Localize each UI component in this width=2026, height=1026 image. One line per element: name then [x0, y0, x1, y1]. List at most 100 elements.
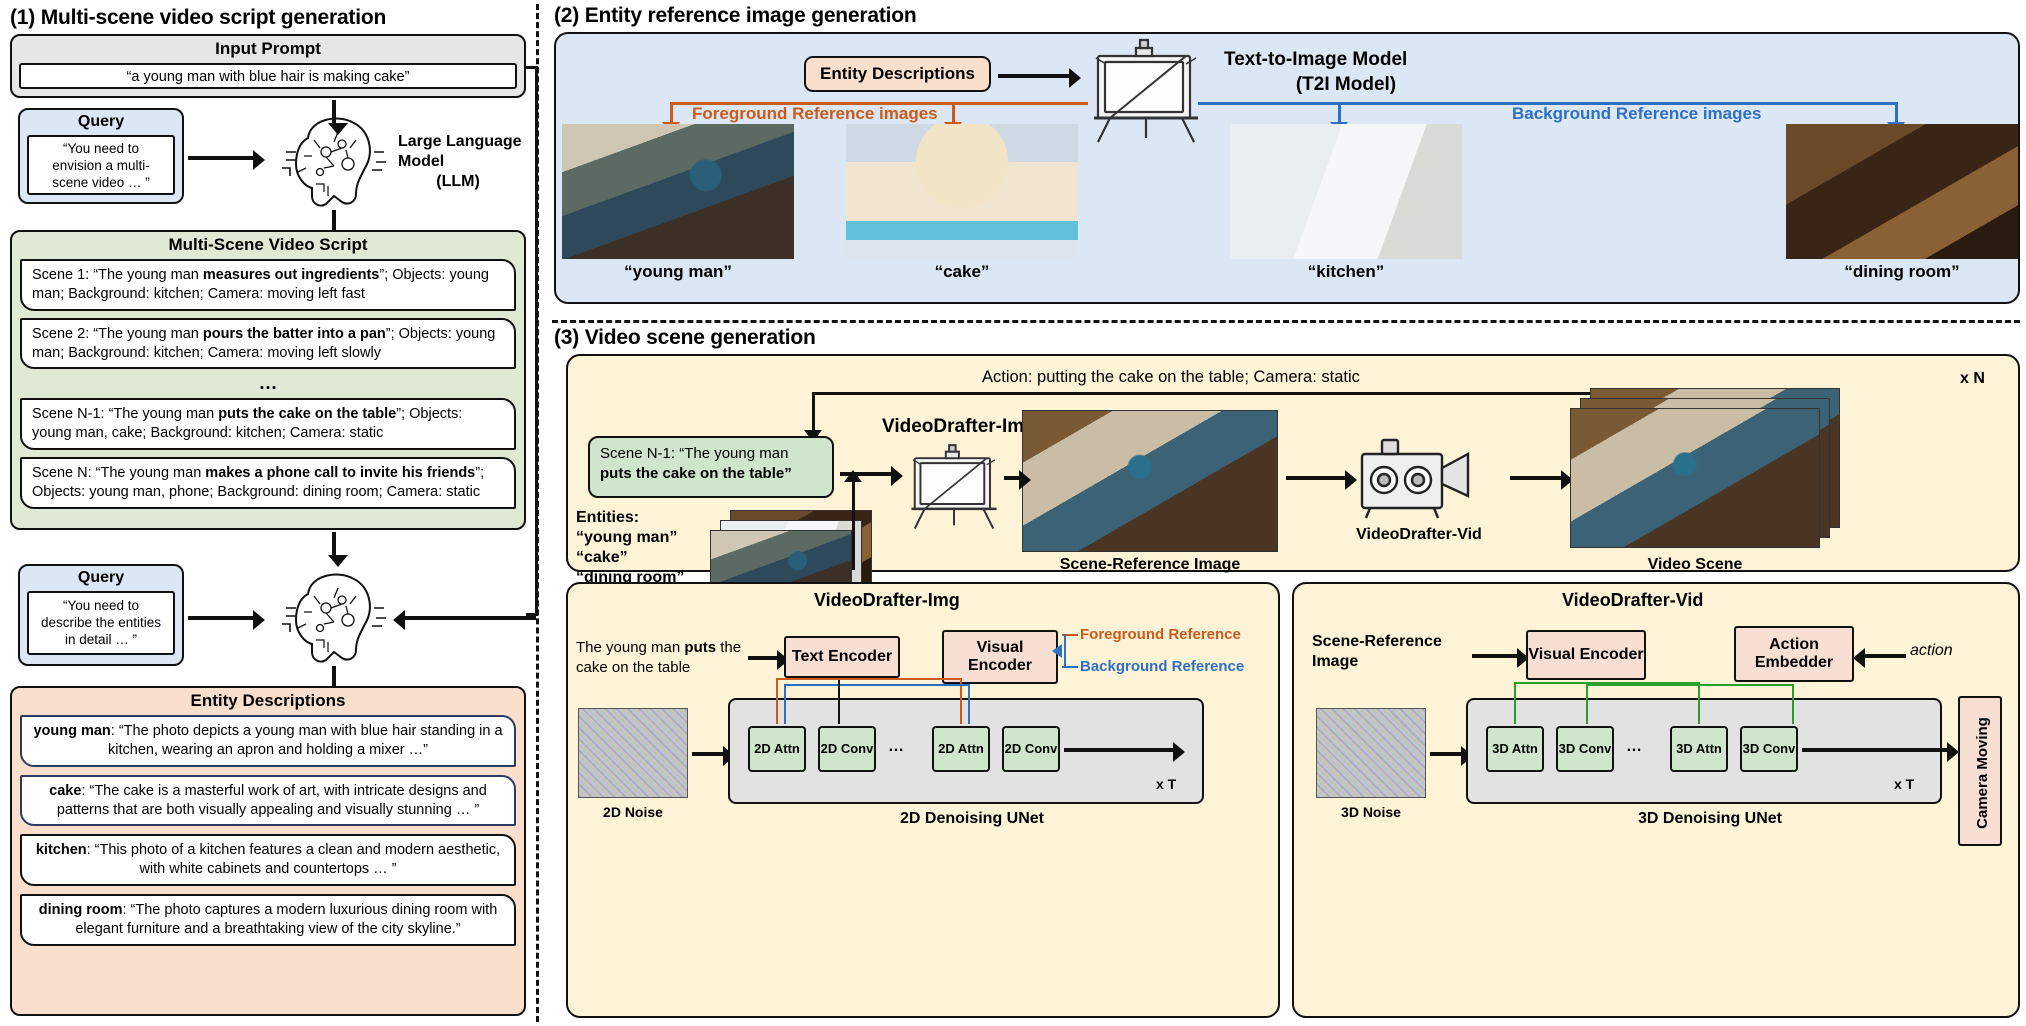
llm-label: Large Language Model (LLM)	[398, 133, 522, 190]
query-box-1: Query “You need to envision a multi-scen…	[18, 108, 184, 204]
input-prompt-value[interactable]: “a young man with blue hair is making ca…	[19, 63, 517, 89]
visual-encoder-box-vid[interactable]: Visual Encoder	[1526, 630, 1646, 680]
bg-bus-img	[784, 684, 968, 686]
reference-image-dining-room	[1786, 124, 2018, 259]
img-detail-prompt: The young man puts the cake on the table	[576, 639, 742, 676]
action-bus-vid	[1586, 684, 1794, 686]
video-script-header: Multi-Scene Video Script	[168, 235, 368, 254]
reference-image-young-man	[562, 124, 794, 259]
unet-3d-block-1[interactable]: 3D Conv	[1556, 726, 1614, 772]
scene-n-minus-1-box[interactable]: Scene N-1: “The young man puts the cake …	[588, 436, 834, 498]
arrow-vid-to-videoscene	[1510, 470, 1573, 490]
action-input-label: action	[1910, 642, 1953, 659]
video-script-box: Multi-Scene Video Script Scene 1: “The y…	[10, 230, 526, 530]
noise-2d-image	[578, 708, 688, 798]
video-scene-frame-1	[1570, 408, 1820, 548]
arrow-pill-to-t2i	[998, 68, 1081, 88]
scene-item-n-minus-1[interactable]: Scene N-1: “The young man puts the cake …	[20, 398, 516, 451]
unet-2d-block-3[interactable]: 2D Attn	[932, 726, 990, 772]
entity-descriptions-header: Entity Descriptions	[190, 691, 346, 710]
arrow-sceneref-to-vid	[1286, 470, 1357, 490]
arrow-noise-to-unet-2d	[692, 746, 735, 766]
unet-3d-block-4[interactable]: 3D Conv	[1740, 726, 1798, 772]
visual-encoder-box-img[interactable]: Visual Encoder	[942, 630, 1058, 684]
unet-3d-label: 3D Denoising UNet	[1637, 810, 1782, 827]
scene-item-2[interactable]: Scene 2: “The young man pours the batter…	[20, 317, 516, 370]
section-2-entity-reference: (2) Entity reference image generation En…	[552, 4, 2022, 316]
scene-reference-image-caption: Scene-Reference Image	[1059, 556, 1241, 573]
reference-caption-young-man: “young man”	[624, 262, 732, 281]
scene-item-1[interactable]: Scene 1: “The young man measures out ing…	[20, 259, 516, 311]
arrow-action-to-embedder	[1853, 648, 1906, 668]
scene-reference-image	[1022, 410, 1278, 552]
llm-brain-icon	[264, 108, 396, 212]
action-wire-block-4	[1792, 684, 1794, 724]
unet-2d-label: 2D Denoising UNet	[899, 810, 1044, 827]
input-prompt-header: Input Prompt	[215, 39, 321, 58]
arrow-noise-to-unet-3d	[1430, 746, 1473, 766]
reference-caption-cake: “cake”	[934, 262, 990, 281]
bg-wire-block-3	[968, 684, 970, 724]
unet-2d-block-0[interactable]: 2D Attn	[748, 726, 806, 772]
vid-detail-title: VideoDrafter-Vid	[1562, 590, 1704, 610]
scene-ellipsis: …	[258, 373, 278, 395]
bg-wire-block-0	[784, 684, 786, 724]
unet-3d-block-3[interactable]: 3D Attn	[1670, 726, 1728, 772]
entities-arrowhead	[844, 470, 862, 482]
video-scene-caption: Video Scene	[1647, 556, 1743, 573]
action-embedder-box[interactable]: Action Embedder	[1734, 626, 1854, 682]
scene-item-n[interactable]: Scene N: “The young man makes a phone ca…	[20, 457, 516, 509]
text-encoder-box[interactable]: Text Encoder	[784, 636, 900, 678]
entity-desc-cake[interactable]: cake: “The cake is a masterful work of a…	[20, 774, 516, 827]
x-n-label: x N	[1960, 370, 1985, 387]
camera-moving-box[interactable]: Camera Moving	[1958, 696, 2002, 846]
query-2-text[interactable]: “You need to describe the entities in de…	[27, 591, 175, 655]
query-1-text[interactable]: “You need to envision a multi-scene vide…	[27, 135, 175, 195]
unet-2d-block-4[interactable]: 2D Conv	[1002, 726, 1060, 772]
input-prompt-box: Input Prompt “a young man with blue hair…	[10, 34, 526, 98]
unet-2d-block-1[interactable]: 2D Conv	[818, 726, 876, 772]
unet-2d-xt: x T	[1156, 776, 1177, 792]
figure-root: (1) Multi-scene video script generation …	[0, 0, 2026, 1026]
reference-image-cake	[846, 124, 1078, 259]
entity-desc-kitchen[interactable]: kitchen: “This photo of a kitchen featur…	[20, 834, 516, 887]
t2i-label: Text-to-Image Model (T2I Model)	[1224, 49, 1408, 95]
videodrafter-img-easel-icon	[900, 438, 1008, 539]
ref-arrowhead	[1052, 644, 1062, 658]
query-box-2: Query “You need to describe the entities…	[18, 564, 184, 666]
section-3-title: (3) Video scene generation	[554, 326, 816, 349]
videodrafter-img-title: VideoDrafter-Img	[882, 416, 1036, 437]
arrow-prompt-to-textenc	[748, 650, 789, 670]
ref-merge-wire	[1064, 634, 1066, 666]
camera-moving-label: Camera Moving	[1973, 717, 1991, 829]
foreground-reference-label-img: Foreground Reference	[1080, 626, 1241, 643]
noise-3d-label: 3D Noise	[1341, 804, 1401, 820]
query-1-header: Query	[77, 113, 125, 130]
entity-descriptions-pill[interactable]: Entity Descriptions	[804, 56, 991, 92]
section-1-title: (1) Multi-scene video script generation	[10, 6, 387, 29]
prompt-feedback-wire	[526, 66, 538, 616]
bg-ref-connector	[1062, 666, 1078, 668]
entity-desc-young-man[interactable]: young man: “The photo depicts a young ma…	[20, 715, 516, 767]
reference-caption-kitchen: “kitchen”	[1307, 262, 1385, 281]
action-note: Action: putting the cake on the table; C…	[982, 368, 1360, 386]
arrow-script-to-llm2	[328, 532, 348, 567]
reference-caption-dining-room: “dining room”	[1844, 262, 1960, 281]
fg-bus-img	[776, 678, 960, 680]
entity-desc-dining-room[interactable]: dining room: “The photo captures a moder…	[20, 894, 516, 946]
arrow-llm2-to-entities	[328, 666, 348, 699]
img-detail-title: VideoDrafter-Img	[814, 590, 960, 610]
visual-wire-block-0	[1514, 682, 1516, 724]
arrow-feedback-to-llm2	[393, 610, 536, 630]
text-wire-down	[838, 680, 840, 724]
entities-list: Entities: “young man” “cake” “dining roo…	[576, 509, 685, 586]
unet-3d-block-0[interactable]: 3D Attn	[1486, 726, 1544, 772]
unet-2d-ellipsis: …	[888, 738, 904, 755]
vid-scene-ref-label: Scene-Reference Image	[1312, 633, 1442, 670]
background-reference-label-img: Background Reference	[1080, 658, 1245, 675]
arrow-query2-to-llm2	[188, 610, 265, 630]
arrow-unet-3d-out	[1802, 742, 1959, 762]
t2i-easel-icon	[1080, 34, 1212, 151]
query-2-header: Query	[77, 569, 125, 586]
arrow-query1-to-llm	[188, 150, 265, 170]
